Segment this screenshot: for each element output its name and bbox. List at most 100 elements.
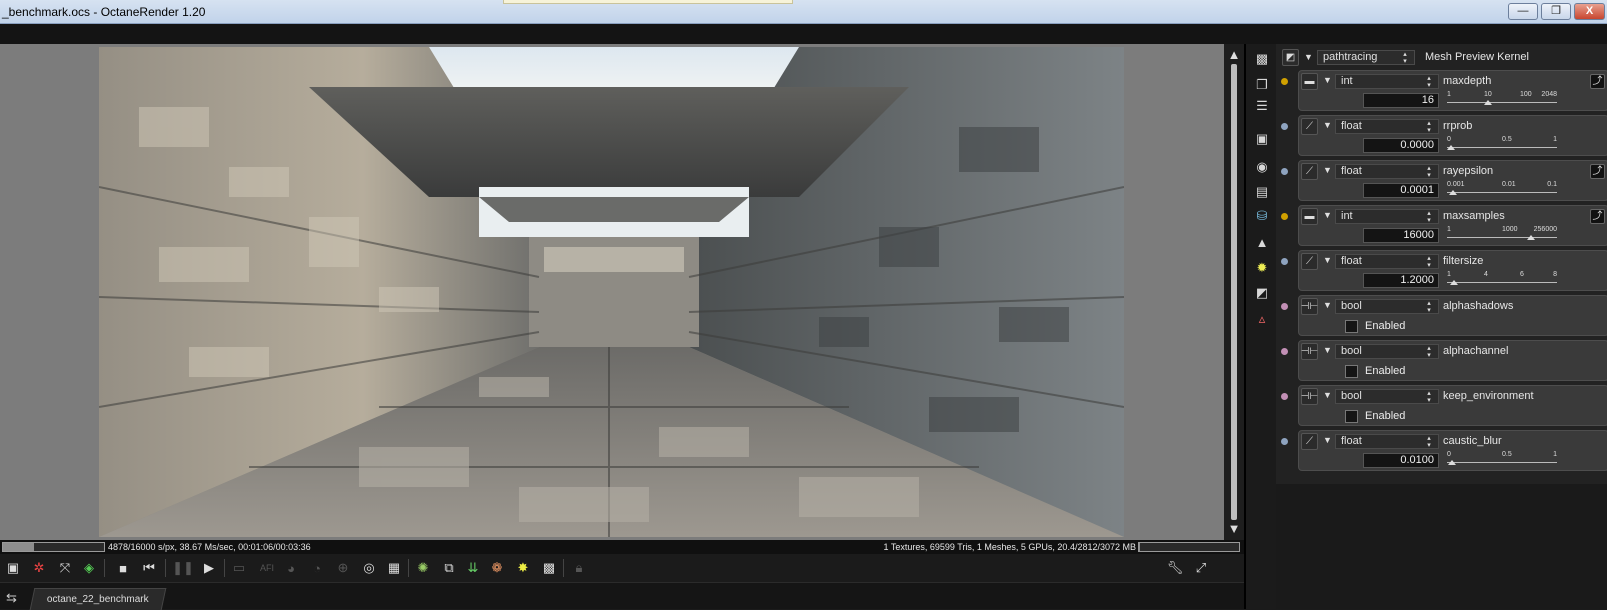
tab-octane-22-benchmark[interactable]: octane_22_benchmark — [29, 588, 167, 610]
slider-knob[interactable] — [1484, 100, 1492, 105]
slider-track[interactable] — [1447, 102, 1557, 103]
value-field[interactable]: 0.0001 — [1363, 183, 1439, 198]
scrollbar-thumb[interactable] — [1231, 64, 1237, 520]
float-node-icon[interactable]: ⟋ — [1301, 118, 1318, 135]
slider-track[interactable] — [1447, 462, 1557, 463]
kernel-node-icon[interactable]: ◩ — [1282, 49, 1299, 66]
pin-dot[interactable] — [1281, 213, 1288, 220]
type-dropdown[interactable]: bool — [1335, 299, 1439, 314]
bool-node-icon[interactable]: ⊣⊢ — [1301, 388, 1318, 405]
value-field[interactable]: 16 — [1363, 93, 1439, 108]
transform-icon[interactable]: ⤧ — [56, 559, 74, 577]
kernel-type-dropdown[interactable]: pathtracing — [1317, 50, 1415, 65]
import-icon[interactable]: ⇊ — [464, 559, 482, 577]
type-dropdown[interactable]: float — [1335, 164, 1439, 179]
collapse-icon[interactable]: ▼ — [1323, 390, 1332, 400]
type-dropdown[interactable]: float — [1335, 254, 1439, 269]
layers-icon[interactable]: ❐ — [1253, 76, 1271, 94]
minimize-button[interactable]: — — [1508, 3, 1538, 20]
afi-icon[interactable]: AFI — [258, 559, 276, 577]
pin-dot[interactable] — [1281, 393, 1288, 400]
slider-track[interactable] — [1447, 192, 1557, 193]
collapse-icon[interactable]: ▼ — [1323, 435, 1332, 445]
bool-node-icon[interactable]: ⊣⊢ — [1301, 343, 1318, 360]
type-dropdown[interactable]: int — [1335, 209, 1439, 224]
slider-track[interactable] — [1447, 147, 1557, 148]
value-slider[interactable]: 1 1000 256000 — [1447, 226, 1557, 242]
int-node-icon[interactable]: ▬ — [1301, 208, 1318, 225]
light-icon[interactable]: ✸ — [514, 559, 532, 577]
play-icon[interactable]: ▶ — [200, 559, 218, 577]
list-icon[interactable]: ☰ — [1253, 97, 1271, 115]
int-node-icon[interactable]: ▬ — [1301, 73, 1318, 90]
value-slider[interactable]: 0.001 0.01 0.1 — [1447, 181, 1557, 197]
slider-knob[interactable] — [1448, 460, 1456, 465]
stop-icon[interactable]: ■ — [114, 559, 132, 577]
collapse-icon[interactable]: ▼ — [1323, 300, 1332, 310]
value-field[interactable]: 16000 — [1363, 228, 1439, 243]
log-scale-icon[interactable]: ⤴ — [1590, 164, 1605, 179]
scroll-down-icon[interactable]: ▼ — [1227, 522, 1241, 536]
pin-dot[interactable] — [1281, 78, 1288, 85]
enabled-checkbox[interactable] — [1345, 410, 1358, 423]
value-slider[interactable]: 0 0.5 1 — [1447, 136, 1557, 152]
collapse-icon[interactable]: ▼ — [1323, 255, 1332, 265]
collapse-icon[interactable]: ▼ — [1323, 165, 1332, 175]
fullscreen-icon[interactable]: ⤢ — [1192, 559, 1210, 577]
copy-icon[interactable]: ⧉ — [440, 559, 458, 577]
collapse-icon[interactable]: ▼ — [1323, 120, 1332, 130]
render-viewport[interactable]: ▲ ▼ — [0, 44, 1244, 540]
render-image[interactable] — [99, 47, 1124, 537]
sync-icon[interactable]: ⇆ — [6, 590, 17, 606]
log-scale-icon[interactable]: ⤴ — [1590, 74, 1605, 89]
image-icon[interactable]: ▣ — [1253, 130, 1271, 148]
kernel-icon[interactable]: ◩ — [1253, 284, 1271, 302]
camera-icon[interactable]: ◎ — [360, 559, 378, 577]
film-icon[interactable]: ▤ — [1253, 183, 1271, 201]
value-field[interactable]: 0.0100 — [1363, 453, 1439, 468]
maximize-button[interactable]: ❐ — [1541, 3, 1571, 20]
float-node-icon[interactable]: ⟋ — [1301, 163, 1318, 180]
scroll-up-icon[interactable]: ▲ — [1227, 48, 1241, 62]
value-field[interactable]: 0.0000 — [1363, 138, 1439, 153]
close-button[interactable]: X — [1574, 3, 1605, 20]
restart-icon[interactable]: ⏮ — [140, 559, 158, 577]
type-dropdown[interactable]: float — [1335, 119, 1439, 134]
log-scale-icon[interactable]: ⤴ — [1590, 209, 1605, 224]
focus-icon[interactable]: ⊕ — [334, 559, 352, 577]
type-dropdown[interactable]: bool — [1335, 344, 1439, 359]
type-dropdown[interactable]: float — [1335, 434, 1439, 449]
collapse-icon[interactable]: ▼ — [1323, 345, 1332, 355]
value-slider[interactable]: 1 10 100 2048 — [1447, 91, 1557, 107]
float-node-icon[interactable]: ⟋ — [1301, 253, 1318, 270]
collapse-icon[interactable]: ▼ — [1304, 52, 1313, 62]
value-slider[interactable]: 1 4 6 8 — [1447, 271, 1557, 287]
material-icon[interactable]: ❁ — [488, 559, 506, 577]
pin-dot[interactable] — [1281, 123, 1288, 130]
slider-track[interactable] — [1447, 237, 1557, 238]
pin-dot[interactable] — [1281, 258, 1288, 265]
render-target-icon[interactable]: ▩ — [1253, 50, 1271, 68]
type-dropdown[interactable]: bool — [1335, 389, 1439, 404]
enabled-checkbox[interactable] — [1345, 320, 1358, 333]
bool-node-icon[interactable]: ⊣⊢ — [1301, 298, 1318, 315]
float-node-icon[interactable]: ⟋ — [1301, 433, 1318, 450]
pin-dot[interactable] — [1281, 168, 1288, 175]
pin-dot[interactable] — [1281, 438, 1288, 445]
enabled-checkbox[interactable] — [1345, 365, 1358, 378]
wrench-icon[interactable]: 🔧︎ — [1166, 559, 1184, 577]
region-icon[interactable]: ▦ — [385, 559, 403, 577]
film-icon[interactable]: ✲ — [30, 559, 48, 577]
slider-track[interactable] — [1447, 282, 1557, 283]
dof-icon[interactable]: ◔ — [308, 559, 326, 577]
sun-icon[interactable]: ✹ — [1253, 259, 1271, 277]
collapse-icon[interactable]: ▼ — [1323, 75, 1332, 85]
cube-icon[interactable]: ◈ — [80, 559, 98, 577]
collapse-icon[interactable]: ▼ — [1323, 210, 1332, 220]
mesh-icon[interactable]: ⛁ — [1253, 207, 1271, 225]
slider-knob[interactable] — [1449, 190, 1457, 195]
render-target-icon[interactable]: ▩ — [540, 559, 558, 577]
viewport-scrollbar[interactable]: ▲ ▼ — [1224, 44, 1244, 540]
slider-knob[interactable] — [1447, 145, 1455, 150]
type-dropdown[interactable]: int — [1335, 74, 1439, 89]
